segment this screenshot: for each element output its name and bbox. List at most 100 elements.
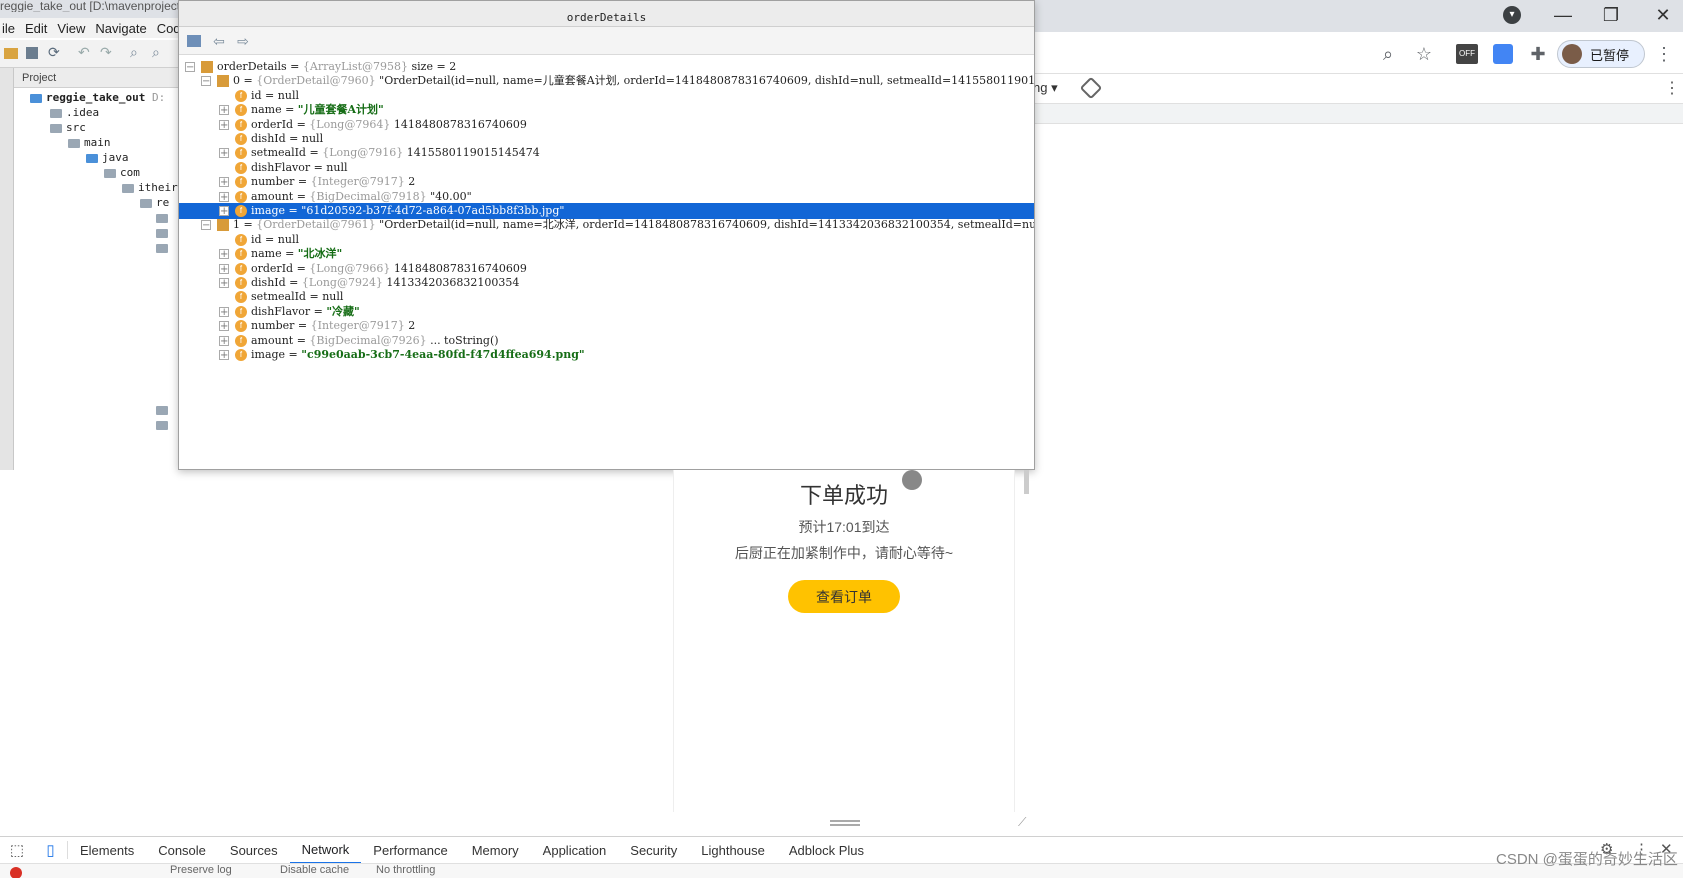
zoom-icon[interactable]: ⌕ (1374, 40, 1402, 68)
back-arrow-icon[interactable]: ⇦ (211, 33, 227, 49)
expand-icon[interactable]: + (219, 278, 229, 289)
browser-menu-icon[interactable]: ⋮ (1650, 40, 1678, 68)
tab-application[interactable]: Application (531, 837, 619, 864)
tree-item-main[interactable]: main (68, 135, 111, 150)
variable-row[interactable]: + f number = {Integer@7917} 2 (179, 174, 1034, 190)
translate-icon[interactable] (1493, 44, 1513, 64)
expand-icon[interactable]: + (219, 249, 229, 260)
expand-icon[interactable]: + (219, 191, 229, 202)
tree-item-root[interactable]: reggie_take_out D: (30, 90, 165, 105)
page-scrollbar[interactable] (1024, 470, 1029, 494)
bookmark-star-icon[interactable]: ☆ (1410, 40, 1438, 68)
tab-memory[interactable]: Memory (460, 837, 531, 864)
expand-icon[interactable]: + (219, 263, 229, 274)
redo-icon[interactable]: ↷ (100, 44, 112, 61)
record-icon[interactable] (10, 867, 22, 878)
device-dimension-select[interactable]: ng ▾ (1033, 80, 1058, 96)
tab-performance[interactable]: Performance (361, 837, 459, 864)
throttling-select[interactable]: No throttling (376, 864, 435, 876)
expand-icon[interactable]: + (219, 321, 229, 332)
minimize-icon[interactable]: — (1545, 2, 1581, 28)
tree-item-sub2[interactable] (156, 225, 172, 240)
expand-icon[interactable]: + (219, 206, 229, 217)
tab-sources[interactable]: Sources (218, 837, 290, 864)
variable-row[interactable]: + f orderId = {Long@7964} 1418480878316740… (179, 117, 1034, 133)
collapse-icon[interactable]: − (201, 76, 211, 87)
tab-network[interactable]: Network (289, 837, 362, 864)
variable-text: orderDetails = {ArrayList@7958} size = 2 (217, 59, 456, 75)
tree-item-java[interactable]: java (86, 150, 129, 165)
find-icon[interactable]: ⌕ (130, 44, 138, 61)
tree-item-itheima[interactable]: itheir (122, 180, 178, 195)
collapse-icon[interactable]: − (185, 62, 195, 73)
profile-menu-icon[interactable]: ▾ (1503, 6, 1521, 24)
pin-icon[interactable] (187, 35, 201, 47)
variable-row[interactable]: + f dishFlavor = "冷藏" (179, 304, 1034, 320)
tree-item-sub1[interactable] (156, 210, 172, 225)
tree-item-reggie[interactable]: re (140, 195, 169, 210)
tab-console[interactable]: Console (146, 837, 218, 864)
expand-icon[interactable]: + (219, 148, 229, 159)
variable-row[interactable]: + f amount = {BigDecimal@7926} ... toStrin… (179, 333, 1034, 349)
profile-paused-button[interactable]: 已暂停 (1557, 40, 1645, 68)
disable-cache-checkbox[interactable]: Disable cache (280, 864, 349, 876)
extension-off-badge[interactable]: OFF (1456, 44, 1478, 64)
tab-lighthouse[interactable]: Lighthouse (689, 837, 777, 864)
variable-row[interactable]: + f name = "北冰洋" (179, 246, 1034, 262)
forward-arrow-icon[interactable]: ⇨ (235, 33, 251, 49)
variable-name: image = (251, 204, 302, 217)
restore-icon[interactable]: ❐ (1593, 2, 1629, 28)
expand-icon[interactable]: + (219, 350, 229, 361)
replace-icon[interactable]: ⌕ (152, 44, 160, 61)
more-options-icon[interactable]: ⋮ (1664, 78, 1680, 98)
menu-file[interactable]: ile (2, 21, 15, 36)
undo-icon[interactable]: ↶ (78, 44, 90, 61)
collapse-icon[interactable]: − (201, 220, 211, 231)
tree-item-com[interactable]: com (104, 165, 140, 180)
variable-row[interactable]: + f amount = {BigDecimal@7918} "40.00" (179, 189, 1034, 205)
tree-item-sub4[interactable] (156, 402, 172, 417)
viewport-drag-handle[interactable] (830, 820, 860, 826)
expand-icon[interactable]: + (219, 105, 229, 116)
tree-item-idea[interactable]: .idea (50, 105, 99, 120)
sync-icon[interactable]: ⟳ (48, 44, 60, 61)
tree-item-sub5[interactable] (156, 417, 172, 432)
variable-root[interactable]: − orderDetails = {ArrayList@7958} size = … (179, 59, 1034, 75)
tab-security[interactable]: Security (618, 837, 689, 864)
inspect-element-icon[interactable]: ⬚ (0, 841, 34, 859)
tab-elements[interactable]: Elements (68, 837, 146, 864)
variable-element-1[interactable]: − 1 = {OrderDetail@7961} "OrderDetail(id=… (179, 217, 1034, 233)
variable-row[interactable]: + f setmealId = {Long@7916} 14155801190151… (179, 145, 1034, 161)
variable-row[interactable]: + f number = {Integer@7917} 2 (179, 318, 1034, 334)
menu-edit[interactable]: Edit (25, 21, 47, 36)
variable-row[interactable]: f id = null (179, 88, 1034, 104)
device-toolbar (1030, 74, 1683, 104)
close-icon[interactable]: ✕ (1645, 2, 1681, 28)
expand-icon[interactable]: + (219, 306, 229, 317)
device-toggle-icon[interactable]: ▯ (34, 841, 68, 859)
variable-row[interactable]: f id = null (179, 232, 1034, 248)
preserve-log-checkbox[interactable]: Preserve log (170, 864, 232, 876)
tree-item-src[interactable]: src (50, 120, 86, 135)
tab-adblock-plus[interactable]: Adblock Plus (777, 837, 876, 864)
variable-row[interactable]: f setmealId = null (179, 289, 1034, 305)
resize-grip-icon[interactable]: ⟋ (1018, 815, 1032, 829)
variable-row[interactable]: + f orderId = {Long@7966} 1418480878316740… (179, 261, 1034, 277)
variable-row[interactable]: + f dishId = {Long@7924} 14133420368321003… (179, 275, 1034, 291)
menu-navigate[interactable]: Navigate (95, 21, 146, 36)
tree-item-sub3[interactable] (156, 240, 172, 255)
save-icon[interactable] (26, 47, 38, 59)
variable-row[interactable]: f dishId = null (179, 131, 1034, 147)
puzzle-extensions-icon[interactable]: ✚ (1524, 40, 1552, 68)
variable-element-0[interactable]: − 0 = {OrderDetail@7960} "OrderDetail(id=… (179, 73, 1034, 89)
menu-view[interactable]: View (57, 21, 85, 36)
open-folder-icon[interactable] (4, 48, 18, 59)
expand-icon[interactable]: + (219, 177, 229, 188)
view-order-button[interactable]: 查看订单 (788, 580, 900, 613)
expand-icon[interactable]: + (219, 119, 229, 130)
expand-icon[interactable]: + (219, 335, 229, 346)
variable-row[interactable]: f dishFlavor = null (179, 160, 1034, 176)
variable-row[interactable]: + f name = "儿童套餐A计划" (179, 102, 1034, 118)
variable-row[interactable]: + f image = "c99e0aab-3cb7-4eaa-80fd-f47d4… (179, 347, 1034, 363)
variable-row[interactable]: + f image = "61d20592-b37f-4d72-a864-07ad5… (179, 203, 1034, 219)
